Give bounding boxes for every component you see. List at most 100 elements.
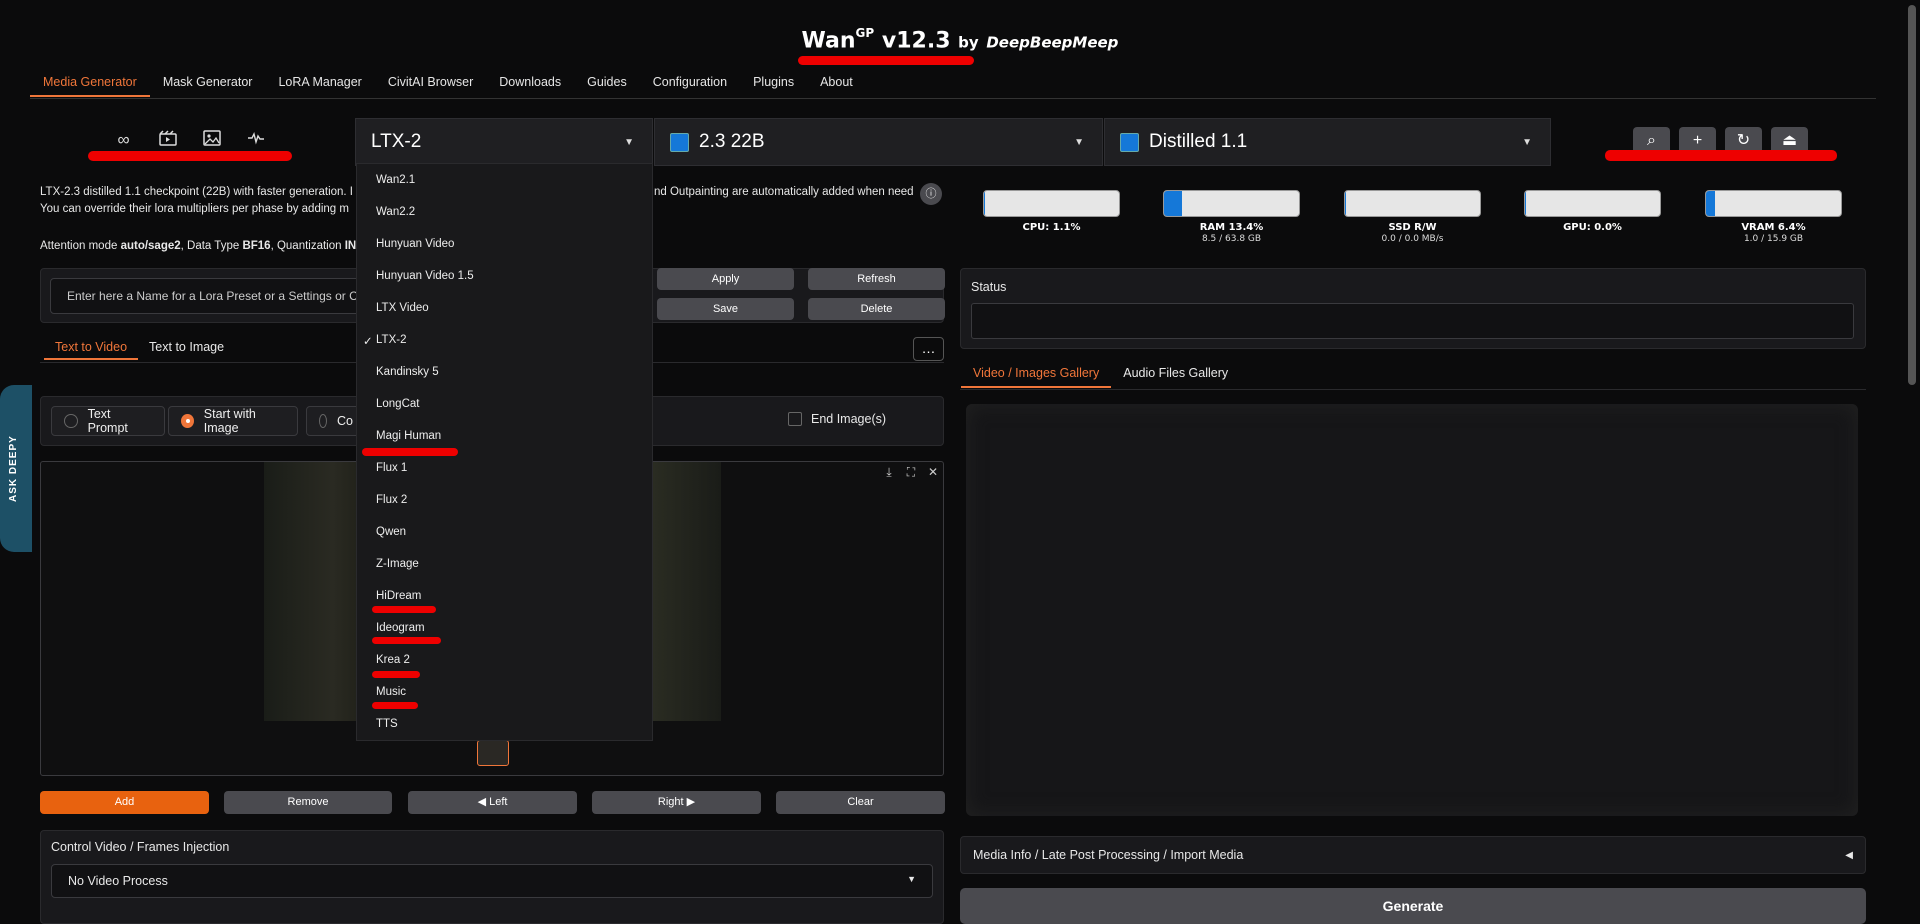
ram-sub: 8.5 / 63.8 GB bbox=[1201, 234, 1262, 244]
tab-text-to-video[interactable]: Text to Video bbox=[44, 338, 139, 360]
nav-tab-media-generator[interactable]: Media Generator bbox=[30, 73, 150, 97]
menu-item-z-image[interactable]: Z-Image bbox=[376, 558, 419, 570]
control-video-value: No Video Process bbox=[68, 874, 168, 888]
nav-tab-mask-generator[interactable]: Mask Generator bbox=[150, 73, 266, 97]
model-family-value: LTX-2 bbox=[371, 131, 422, 152]
attention-info: Attention mode auto/sage2, Data Type BF1… bbox=[40, 240, 370, 252]
tab-video-images-gallery[interactable]: Video / Images Gallery bbox=[961, 364, 1112, 388]
gallery-divider bbox=[960, 389, 1866, 390]
menu-item-wan22[interactable]: Wan2.2 bbox=[376, 206, 415, 218]
clapperboard-icon[interactable] bbox=[154, 130, 181, 150]
move-right-button[interactable]: Right ▶ bbox=[592, 791, 761, 814]
model-variant-value: Distilled 1.1 bbox=[1149, 131, 1248, 152]
radio-text-prompt[interactable]: Text Prompt bbox=[51, 406, 165, 436]
chevron-down-icon: ▼ bbox=[1074, 136, 1084, 148]
scrollbar-thumb[interactable] bbox=[1908, 5, 1916, 385]
meter-fill bbox=[1706, 191, 1715, 216]
move-left-button[interactable]: ◀ Left bbox=[408, 791, 577, 814]
generate-button[interactable]: Generate bbox=[960, 888, 1866, 924]
annotation-underline-magi-human bbox=[362, 448, 458, 456]
control-video-select[interactable]: No Video Process ▼ bbox=[51, 864, 933, 898]
nav-divider bbox=[30, 98, 1876, 99]
infinity-icon[interactable]: ∞ bbox=[110, 130, 137, 150]
menu-item-qwen[interactable]: Qwen bbox=[376, 526, 406, 538]
chevron-down-icon: ▼ bbox=[907, 874, 916, 884]
image-icon[interactable] bbox=[198, 130, 225, 150]
nav-tab-plugins[interactable]: Plugins bbox=[740, 73, 807, 97]
annotation-underline-music bbox=[372, 702, 418, 709]
more-options-button[interactable]: … bbox=[913, 337, 944, 361]
vram-sub: 1.0 / 15.9 GB bbox=[1743, 234, 1804, 244]
cpu-meter bbox=[983, 190, 1120, 217]
annotation-underline-mode-icons bbox=[88, 151, 292, 161]
vram-meter bbox=[1705, 190, 1842, 217]
waveform-icon[interactable] bbox=[242, 130, 269, 150]
menu-item-wan21[interactable]: Wan2.1 bbox=[376, 174, 415, 186]
close-icon[interactable]: ✕ bbox=[924, 463, 942, 481]
model-version-select[interactable]: 2.3 22B ▼ bbox=[654, 118, 1103, 166]
menu-item-ltx-2[interactable]: ✓ LTX-2 bbox=[363, 334, 406, 348]
apply-button[interactable]: Apply bbox=[657, 268, 794, 290]
add-button[interactable]: Add bbox=[40, 791, 209, 814]
ssd-meter bbox=[1344, 190, 1481, 217]
nav-tab-civitai-browser[interactable]: CivitAI Browser bbox=[375, 73, 486, 97]
model-color-swatch bbox=[1120, 132, 1139, 152]
model-variant-select[interactable]: Distilled 1.1 ▼ bbox=[1104, 118, 1551, 166]
meter-fill bbox=[1525, 191, 1527, 216]
radio-circle bbox=[319, 414, 328, 428]
nav-tab-configuration[interactable]: Configuration bbox=[640, 73, 740, 97]
meter-fill bbox=[1164, 191, 1183, 216]
checkmark-icon: ✓ bbox=[363, 336, 373, 348]
remove-button[interactable]: Remove bbox=[224, 791, 392, 814]
nav-tab-guides[interactable]: Guides bbox=[574, 73, 640, 97]
menu-item-krea-2[interactable]: Krea 2 bbox=[376, 654, 410, 666]
annotation-underline-ideogram bbox=[372, 637, 441, 644]
generation-tabs: Text to Video Text to Image bbox=[44, 338, 235, 360]
menu-item-hidream[interactable]: HiDream bbox=[376, 590, 421, 602]
menu-item-hunyuan-video-15[interactable]: Hunyuan Video 1.5 bbox=[376, 270, 474, 282]
tab-audio-files-gallery[interactable]: Audio Files Gallery bbox=[1111, 364, 1240, 388]
status-label: Status bbox=[971, 280, 1007, 294]
model-version-value: 2.3 22B bbox=[699, 131, 765, 152]
menu-item-kandinsky-5[interactable]: Kandinsky 5 bbox=[376, 366, 439, 378]
menu-item-hunyuan-video[interactable]: Hunyuan Video bbox=[376, 238, 454, 250]
menu-item-ltx-video[interactable]: LTX Video bbox=[376, 302, 429, 314]
radio-start-with-image[interactable]: Start with Image bbox=[168, 406, 298, 436]
model-family-select[interactable]: LTX-2 ▼ bbox=[355, 118, 653, 166]
info-icon[interactable]: ⓘ bbox=[920, 183, 942, 205]
chevron-down-icon: ▼ bbox=[1522, 136, 1532, 148]
ram-label: RAM 13.4% bbox=[1199, 222, 1264, 233]
radio-circle-selected bbox=[181, 414, 194, 428]
ram-meter bbox=[1163, 190, 1300, 217]
media-info-accordion[interactable]: Media Info / Late Post Processing / Impo… bbox=[960, 836, 1866, 874]
menu-item-longcat[interactable]: LongCat bbox=[376, 398, 419, 410]
chevron-down-icon: ▼ bbox=[624, 136, 634, 148]
clear-button[interactable]: Clear bbox=[776, 791, 945, 814]
save-button[interactable]: Save bbox=[657, 298, 794, 320]
nav-tab-downloads[interactable]: Downloads bbox=[486, 73, 574, 97]
refresh-button[interactable]: Refresh bbox=[808, 268, 945, 290]
end-images-checkbox[interactable]: End Image(s) bbox=[788, 412, 886, 426]
status-field bbox=[971, 303, 1854, 339]
gpu-label: GPU: 0.0% bbox=[1563, 222, 1622, 233]
lora-preset-input[interactable]: Enter here a Name for a Lora Preset or a… bbox=[50, 278, 368, 314]
control-video-label: Control Video / Frames Injection bbox=[51, 840, 230, 854]
menu-item-flux-2[interactable]: Flux 2 bbox=[376, 494, 407, 506]
annotation-underline-krea-2 bbox=[372, 671, 420, 678]
collapse-icon: ◀ bbox=[1845, 849, 1853, 861]
app-title: WanGP v12.3 by DeepBeepMeep bbox=[801, 26, 1119, 54]
delete-button[interactable]: Delete bbox=[808, 298, 945, 320]
menu-item-tts[interactable]: TTS bbox=[376, 718, 398, 730]
ask-deepy-button[interactable]: ASK DEEPY bbox=[0, 385, 32, 552]
nav-tab-lora-manager[interactable]: LoRA Manager bbox=[265, 73, 374, 97]
media-info-label: Media Info / Late Post Processing / Impo… bbox=[973, 848, 1244, 862]
menu-item-music[interactable]: Music bbox=[376, 686, 406, 698]
tab-text-to-image[interactable]: Text to Image bbox=[138, 338, 235, 360]
menu-item-magi-human[interactable]: Magi Human bbox=[376, 430, 441, 442]
menu-item-ideogram[interactable]: Ideogram bbox=[376, 622, 425, 634]
download-icon[interactable]: ⤓ bbox=[880, 463, 898, 481]
image-thumbnail[interactable] bbox=[477, 740, 509, 766]
menu-item-flux-1[interactable]: Flux 1 bbox=[376, 462, 407, 474]
nav-tab-about[interactable]: About bbox=[807, 73, 866, 97]
fullscreen-icon[interactable]: ⛶ bbox=[902, 463, 920, 481]
